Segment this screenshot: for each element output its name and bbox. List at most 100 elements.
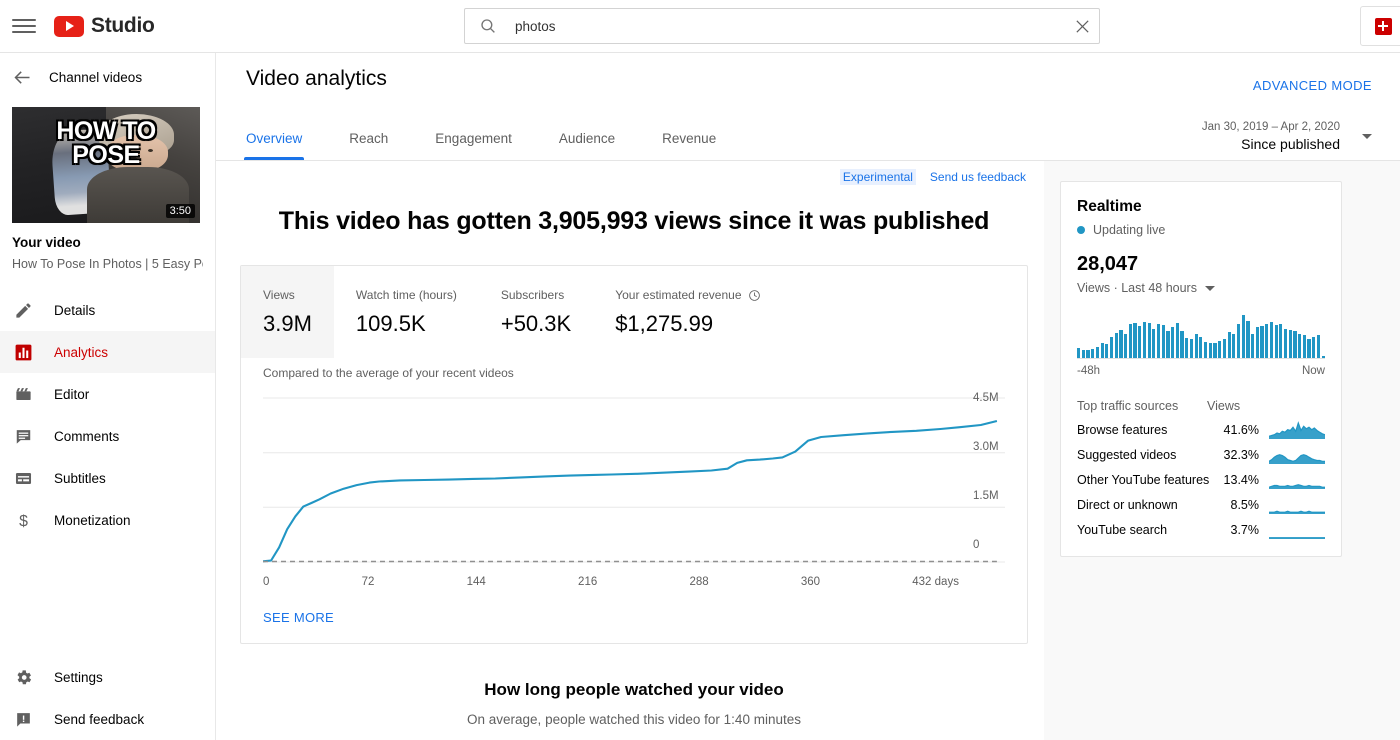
chart-caption: Compared to the average of your recent v… [263,366,514,380]
date-range-selector[interactable]: Jan 30, 2019 – Apr 2, 2020 Since publish… [1202,121,1372,152]
sidebar-item-analytics[interactable]: Analytics [0,331,215,373]
realtime-bar [1307,338,1311,358]
metric-label: Views [263,288,295,302]
realtime-bar [1142,321,1147,358]
sidebar-item-label: Send feedback [54,711,145,727]
tab-overview[interactable]: Overview [243,131,305,160]
date-range-text: Jan 30, 2019 – Apr 2, 2020 [1201,121,1340,133]
realtime-bar [1095,346,1100,358]
tab-engagement[interactable]: Engagement [435,131,512,160]
realtime-bar [1269,321,1274,358]
experimental-badge[interactable]: Experimental [839,169,916,185]
pencil-icon [12,299,34,321]
main-content: Video analytics ADVANCED MODE Overview R… [216,53,1400,740]
traffic-source-row[interactable]: Suggested videos 32.3% [1077,442,1325,467]
youtube-studio-window: Studio Channel vide [0,0,1400,740]
views-line-chart[interactable]: 4.5M 3.0M 1.5M 0 [263,390,1005,570]
clapperboard-icon [12,383,34,405]
realtime-bar [1114,333,1118,358]
back-to-channel-videos[interactable]: Channel videos [0,53,215,101]
views-chart-svg [263,397,1005,563]
tab-revenue[interactable]: Revenue [662,131,716,160]
sidebar-item-send-feedback[interactable]: Send feedback [0,698,215,740]
y-tick-label: 4.5M [973,392,999,404]
hamburger-icon[interactable] [12,17,36,35]
traffic-source-row[interactable]: Other YouTube features 13.4% [1077,467,1325,492]
realtime-bar [1279,324,1283,358]
see-more-button[interactable]: SEE MORE [241,588,356,643]
sidebar-item-details[interactable]: Details [0,289,215,331]
traffic-source-col-label: Top traffic sources [1077,399,1179,413]
realtime-views-value: 28,047 [1077,253,1139,275]
back-label: Channel videos [49,69,143,85]
studio-brand[interactable]: Studio [54,14,155,38]
x-tick-label: 432 days [912,576,959,588]
realtime-bar [1321,355,1325,358]
realtime-metric-selector[interactable]: Views · Last 48 hours [1077,281,1325,295]
realtime-bar [1138,326,1142,358]
realtime-bar [1128,324,1132,358]
x-tick-label: 0 [263,576,270,588]
traffic-source-row[interactable]: Direct or unknown 8.5% [1077,492,1325,517]
realtime-bar [1298,334,1302,358]
tab-reach[interactable]: Reach [349,131,388,160]
realtime-bar [1283,328,1288,358]
advanced-mode-button[interactable]: ADVANCED MODE [1253,78,1372,93]
gear-icon [12,666,34,688]
views-chart-area: Compared to the average of your recent v… [241,358,1027,588]
realtime-bar-chart[interactable] [1077,315,1325,359]
realtime-bar [1236,324,1241,358]
realtime-bar [1147,322,1151,358]
views-card: Views 3.9M Watch time (hours) 109.5K Sub… [240,265,1028,644]
traffic-source-row[interactable]: YouTube search 3.7% [1077,517,1325,542]
realtime-bar [1312,336,1316,358]
realtime-card: Realtime Updating live 28,047 Views · La… [1060,181,1342,557]
realtime-bar [1302,335,1306,358]
traffic-sources-list: Browse features 41.6% Suggested videos 3… [1077,417,1325,542]
experimental-row: Experimental Send us feedback [240,161,1028,185]
tab-bar: Overview Reach Engagement Audience Reven… [216,105,1400,161]
sidebar-item-editor[interactable]: Editor [0,373,215,415]
sidebar-item-settings[interactable]: Settings [0,656,215,698]
traffic-source-percent: 41.6% [1223,422,1259,437]
realtime-bar [1133,322,1137,358]
realtime-bar [1265,324,1269,358]
traffic-views-col-label: Views [1207,399,1241,413]
realtime-bar [1293,330,1297,358]
overview-headline: This video has gotten 3,905,993 views si… [278,207,990,235]
traffic-source-sparkline [1269,420,1325,439]
realtime-bar [1175,322,1179,358]
metric-label: Subscribers [500,288,565,302]
tab-audience[interactable]: Audience [559,131,615,160]
x-tick-label: 288 [689,576,709,588]
search-bar[interactable] [464,8,1100,44]
traffic-source-percent: 3.7% [1230,522,1260,537]
search-clear-button[interactable] [1065,9,1099,43]
sidebar-item-label: Monetization [54,512,131,528]
video-duration-badge: 3:50 [165,204,195,218]
metric-tile-views[interactable]: Views 3.9M [241,266,334,358]
search-input[interactable] [515,18,1065,34]
realtime-bar [1199,336,1203,358]
y-tick-label: 0 [973,539,980,551]
video-thumbnail[interactable]: HOW TO POSE 3:50 [12,107,200,223]
sidebar-item-monetization[interactable]: $ Monetization [0,499,215,541]
traffic-source-row[interactable]: Browse features 41.6% [1077,417,1325,442]
metric-tile-revenue[interactable]: Your estimated revenue $1,275.99 [593,266,782,358]
thumbnail-overlay-text: HOW TO POSE [12,118,200,168]
realtime-bar [1109,336,1114,358]
realtime-bar [1288,329,1292,358]
realtime-bar [1081,350,1085,358]
traffic-source-name: Suggested videos [1077,447,1177,462]
send-us-feedback-link[interactable]: Send us feedback [930,170,1026,184]
subtitles-icon [12,467,34,489]
your-video-label: Your video [12,235,81,250]
metric-tile-subscribers[interactable]: Subscribers +50.3K [479,266,593,358]
sidebar-item-subtitles[interactable]: Subtitles [0,457,215,499]
realtime-bar [1119,329,1123,358]
realtime-bar [1166,330,1170,358]
create-video-button[interactable] [1360,6,1400,46]
sidebar-item-comments[interactable]: Comments [0,415,215,457]
realtime-bar [1124,334,1128,358]
metric-tile-watch-time[interactable]: Watch time (hours) 109.5K [334,266,479,358]
